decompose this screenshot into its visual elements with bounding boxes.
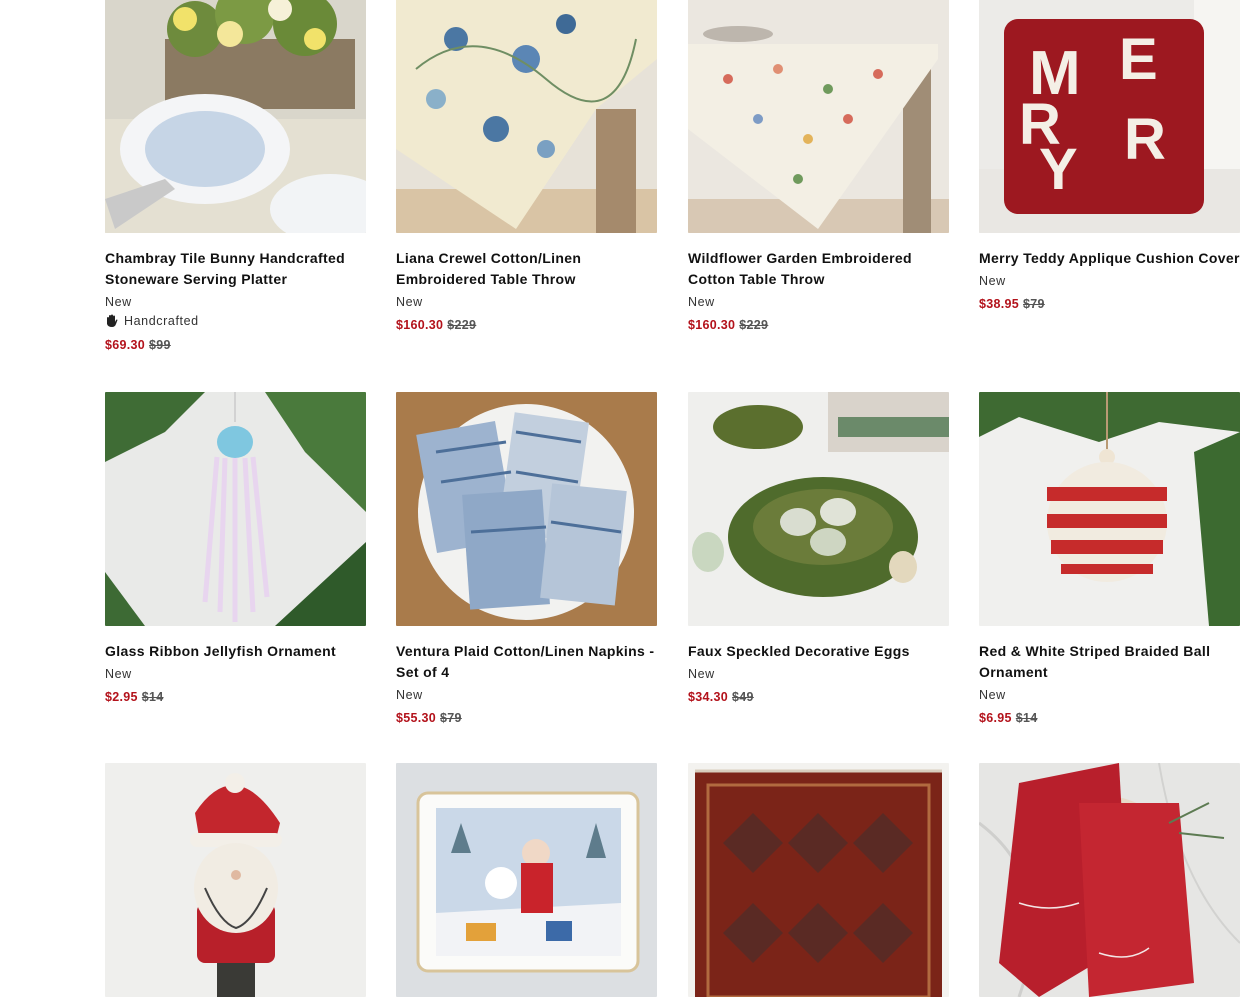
- sale-price: $160.30: [396, 318, 444, 332]
- product-card[interactable]: Liana Crewel Cotton/Linen Embroidered Ta…: [396, 0, 657, 334]
- price: $69.30 $99: [105, 336, 366, 354]
- product-card[interactable]: [979, 763, 1240, 997]
- new-badge: New: [979, 688, 1006, 702]
- price: $55.30 $79: [396, 709, 657, 727]
- product-image[interactable]: [396, 763, 657, 997]
- new-badge: New: [688, 295, 715, 309]
- product-card[interactable]: Red & White Striped Braided Ball Ornamen…: [979, 392, 1240, 727]
- product-image[interactable]: [979, 392, 1240, 626]
- product-title[interactable]: Wildflower Garden Embroidered Cotton Tab…: [688, 248, 949, 290]
- product-image[interactable]: [688, 763, 949, 997]
- price: $34.30 $49: [688, 688, 949, 706]
- original-price: $79: [440, 711, 462, 725]
- product-card[interactable]: Faux Speckled Decorative Eggs New $34.30…: [688, 392, 949, 706]
- product-image[interactable]: [979, 763, 1240, 997]
- sale-price: $6.95: [979, 711, 1012, 725]
- sale-price: $55.30: [396, 711, 437, 725]
- product-card[interactable]: Chambray Tile Bunny Handcrafted Stonewar…: [105, 0, 366, 354]
- new-badge: New: [105, 295, 132, 309]
- product-title[interactable]: Chambray Tile Bunny Handcrafted Stonewar…: [105, 248, 366, 290]
- product-card[interactable]: Glass Ribbon Jellyfish Ornament New $2.9…: [105, 392, 366, 706]
- sale-price: $2.95: [105, 690, 138, 704]
- product-card[interactable]: Ventura Plaid Cotton/Linen Napkins - Set…: [396, 392, 657, 727]
- original-price: $99: [149, 338, 171, 352]
- product-image[interactable]: [688, 0, 949, 233]
- handcrafted-feature: Handcrafted: [105, 311, 366, 331]
- original-price: $229: [739, 318, 769, 332]
- svg-text:R: R: [1124, 107, 1166, 172]
- product-card[interactable]: [688, 763, 949, 997]
- product-image[interactable]: [105, 763, 366, 997]
- product-image[interactable]: [396, 0, 657, 233]
- price: $38.95 $79: [979, 295, 1240, 313]
- product-title[interactable]: Glass Ribbon Jellyfish Ornament: [105, 641, 366, 662]
- new-badge: New: [396, 688, 423, 702]
- product-image[interactable]: M E Y R R: [979, 0, 1240, 233]
- original-price: $79: [1023, 297, 1045, 311]
- sale-price: $38.95: [979, 297, 1020, 311]
- feature-label: Handcrafted: [124, 314, 199, 328]
- svg-text:E: E: [1119, 27, 1158, 92]
- original-price: $14: [1015, 711, 1038, 725]
- product-image[interactable]: [105, 392, 366, 626]
- original-price: $229: [447, 318, 477, 332]
- product-title[interactable]: Liana Crewel Cotton/Linen Embroidered Ta…: [396, 248, 657, 290]
- product-card[interactable]: [396, 763, 657, 997]
- original-price: $14: [141, 690, 164, 704]
- new-badge: New: [688, 667, 715, 681]
- product-title[interactable]: Merry Teddy Applique Cushion Cover: [979, 248, 1240, 269]
- product-image[interactable]: [688, 392, 949, 626]
- product-title[interactable]: Red & White Striped Braided Ball Ornamen…: [979, 641, 1240, 683]
- product-card[interactable]: [105, 763, 366, 997]
- sale-price: $34.30: [688, 690, 729, 704]
- price: $2.95 $14: [105, 688, 366, 706]
- product-title[interactable]: Ventura Plaid Cotton/Linen Napkins - Set…: [396, 641, 657, 683]
- new-badge: New: [105, 667, 132, 681]
- sale-price: $160.30: [688, 318, 736, 332]
- svg-text:R: R: [1019, 92, 1061, 157]
- product-card[interactable]: M E Y R R Merry Teddy Applique Cushion C…: [979, 0, 1240, 313]
- price: $160.30 $229: [688, 316, 949, 334]
- original-price: $49: [732, 690, 754, 704]
- hand-icon: [107, 314, 118, 327]
- price: $6.95 $14: [979, 709, 1240, 727]
- product-image[interactable]: [396, 392, 657, 626]
- product-card[interactable]: Wildflower Garden Embroidered Cotton Tab…: [688, 0, 949, 334]
- product-grid: Chambray Tile Bunny Handcrafted Stonewar…: [0, 0, 1250, 998]
- new-badge: New: [979, 274, 1006, 288]
- product-title[interactable]: Faux Speckled Decorative Eggs: [688, 641, 949, 662]
- new-badge: New: [396, 295, 423, 309]
- sale-price: $69.30: [105, 338, 146, 352]
- product-image[interactable]: [105, 0, 366, 233]
- price: $160.30 $229: [396, 316, 657, 334]
